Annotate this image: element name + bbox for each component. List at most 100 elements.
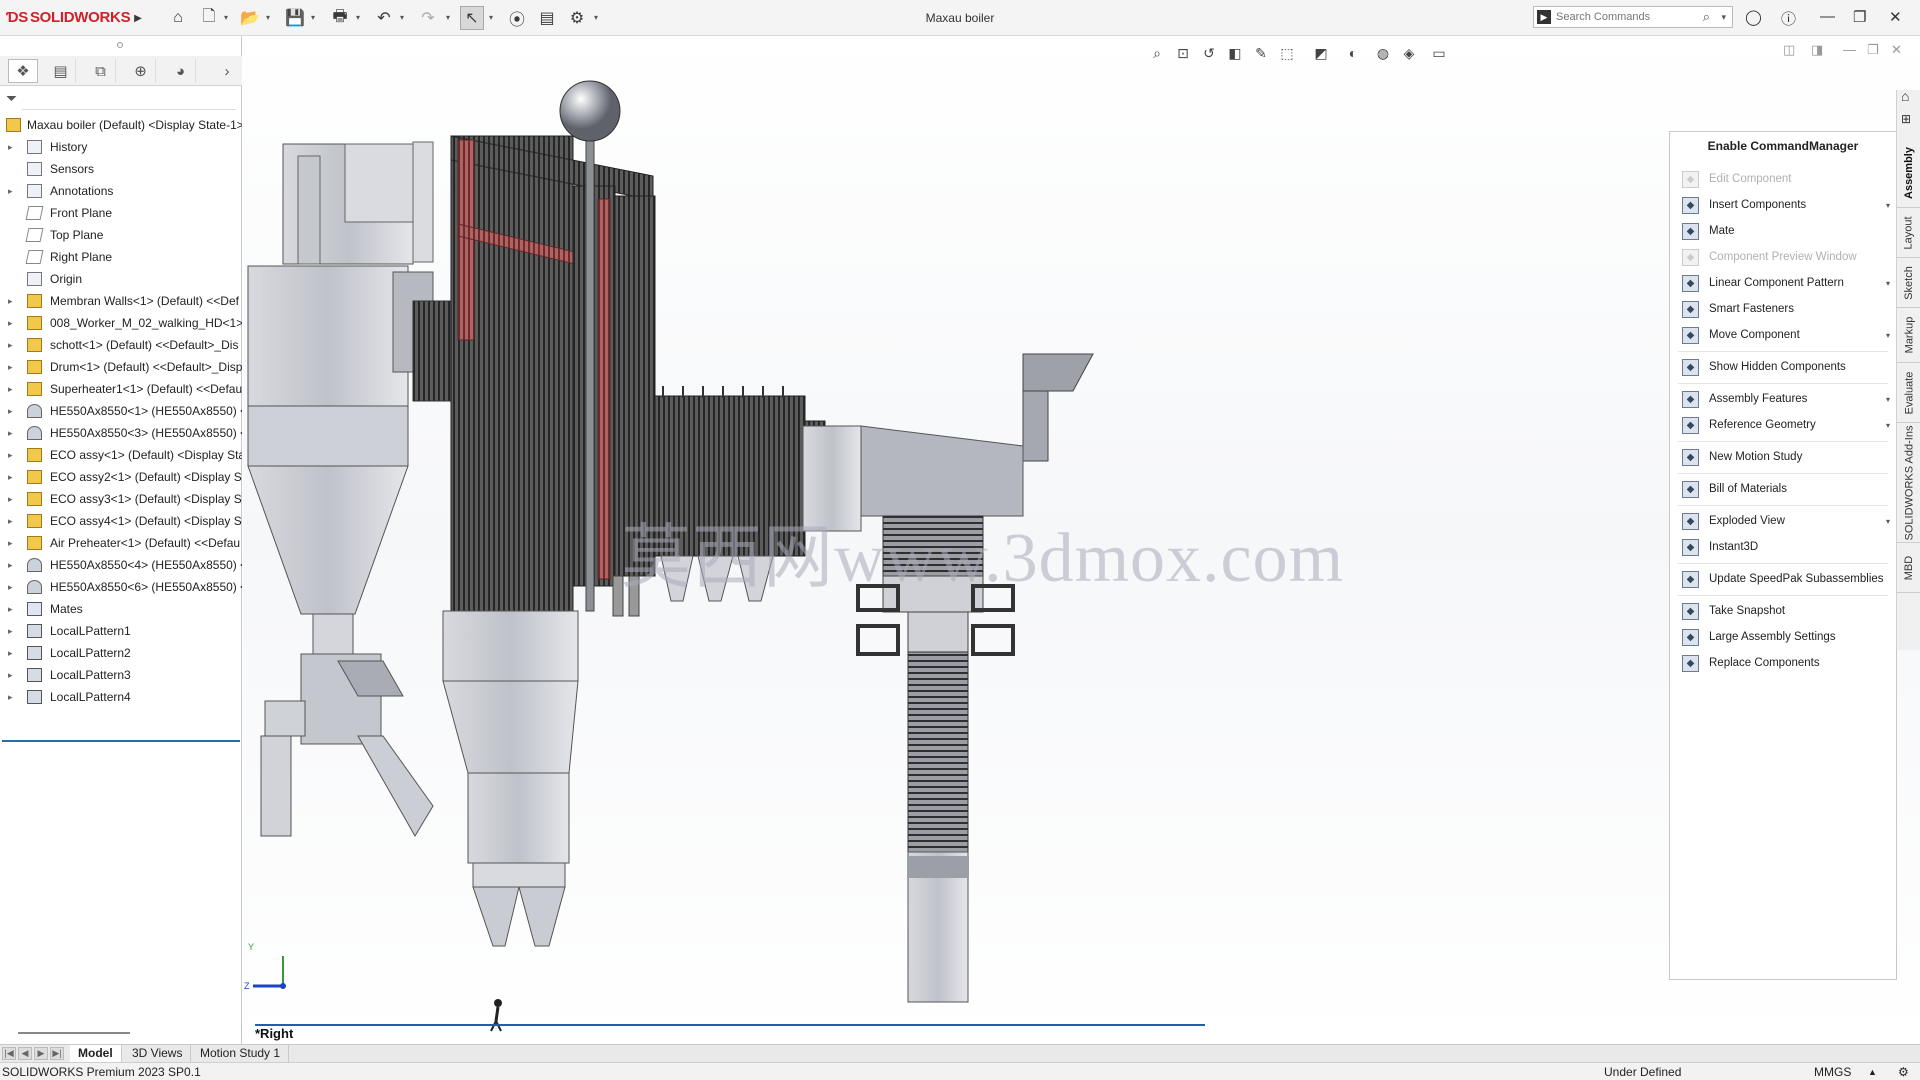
- tree-item[interactable]: ▸ ECO assy<1> (Default) <Display Stat: [0, 444, 242, 466]
- side-tab-sketch[interactable]: Sketch: [1897, 258, 1920, 308]
- expand-arrow-icon[interactable]: ▸: [8, 290, 13, 312]
- search-dropdown-icon[interactable]: ▾: [1721, 12, 1726, 23]
- panel-grip-icon[interactable]: [117, 42, 123, 48]
- expand-arrow-icon[interactable]: ▸: [8, 400, 13, 422]
- command-dropdown-icon[interactable]: ▾: [1886, 331, 1890, 340]
- tree-item[interactable]: Front Plane: [0, 202, 242, 224]
- redo-icon[interactable]: ↷: [416, 6, 440, 30]
- expand-arrow-icon[interactable]: ▸: [8, 554, 13, 576]
- user-account-icon[interactable]: ◯: [1745, 8, 1762, 26]
- side-tab-solidworks-add-ins[interactable]: SOLIDWORKS Add-Ins: [1897, 423, 1920, 543]
- tree-item[interactable]: ▸ Drum<1> (Default) <<Default>_Disp: [0, 356, 242, 378]
- select-cursor-icon[interactable]: ↖: [460, 6, 484, 30]
- tree-item[interactable]: ▸ LocalLPattern1: [0, 620, 242, 642]
- save-dropdown-icon[interactable]: ▾: [311, 13, 319, 22]
- command-dropdown-icon[interactable]: ▾: [1886, 517, 1890, 526]
- command-motion-study[interactable]: ◆ New Motion Study: [1670, 446, 1896, 468]
- restore-icon[interactable]: ❐: [1853, 8, 1866, 26]
- tree-item[interactable]: ▸ schott<1> (Default) <<Default>_Dis: [0, 334, 242, 356]
- command-bom[interactable]: ◆ Bill of Materials: [1670, 478, 1896, 500]
- tree-item[interactable]: ▸ LocalLPattern4: [0, 686, 242, 708]
- search-commands-input[interactable]: ▶ Search Commands ⌕ ▾: [1533, 6, 1733, 28]
- home-icon[interactable]: ⌂: [166, 6, 190, 30]
- side-tab-assembly[interactable]: Assembly: [1897, 138, 1920, 208]
- command-replace-components[interactable]: ◆ Replace Components: [1670, 652, 1896, 674]
- configuration-manager-tab-icon[interactable]: ⧉: [86, 59, 116, 83]
- print-dropdown-icon[interactable]: ▾: [356, 13, 364, 22]
- tree-item[interactable]: ▸ History: [0, 136, 242, 158]
- pin-icon[interactable]: ⊞: [1901, 112, 1911, 126]
- customize-status-icon[interactable]: ⚙: [1898, 1065, 1909, 1079]
- tree-item[interactable]: ▸ 008_Worker_M_02_walking_HD<1> (: [0, 312, 242, 334]
- tree-item[interactable]: ▸ Membran Walls<1> (Default) <<Def: [0, 290, 242, 312]
- bottom-tab-model[interactable]: Model: [70, 1045, 122, 1063]
- command-snapshot[interactable]: ◆ Take Snapshot: [1670, 600, 1896, 622]
- new-document-icon[interactable]: 🗋: [197, 6, 221, 30]
- traffic-light-icon[interactable]: ⦿: [505, 6, 529, 30]
- tree-item[interactable]: ▸ LocalLPattern3: [0, 664, 242, 686]
- feature-manager-tab-icon[interactable]: ❖: [8, 59, 38, 83]
- expand-arrow-icon[interactable]: ▸: [8, 576, 13, 598]
- command-speedpak[interactable]: ◆ Update SpeedPak Subassemblies: [1670, 568, 1896, 590]
- last-tab-arrow-icon[interactable]: ▶|: [50, 1047, 64, 1060]
- command-move-component[interactable]: ◆ Move Component ▾: [1670, 324, 1896, 346]
- expand-arrow-icon[interactable]: ▸: [8, 356, 13, 378]
- rollback-bar[interactable]: [2, 740, 240, 742]
- command-mate[interactable]: ◆ Mate: [1670, 220, 1896, 242]
- print-icon[interactable]: 🖶: [328, 6, 352, 30]
- command-large-assembly[interactable]: ◆ Large Assembly Settings: [1670, 626, 1896, 648]
- options-dropdown-icon[interactable]: ▾: [594, 13, 602, 22]
- expand-arrow-icon[interactable]: ▸: [8, 510, 13, 532]
- tree-item[interactable]: Sensors: [0, 158, 242, 180]
- tree-item[interactable]: Right Plane: [0, 246, 242, 268]
- filter-icon[interactable]: ⏷: [6, 90, 17, 107]
- expand-arrow-icon[interactable]: ▸: [8, 444, 13, 466]
- command-dropdown-icon[interactable]: ▾: [1886, 201, 1890, 210]
- tree-item[interactable]: ▸ Air Preheater<1> (Default) <<Defau: [0, 532, 242, 554]
- tree-item[interactable]: ▸ Mates: [0, 598, 242, 620]
- close-icon[interactable]: ✕: [1889, 8, 1902, 26]
- open-folder-icon[interactable]: 📂: [238, 6, 262, 30]
- open-dropdown-icon[interactable]: ▾: [266, 13, 274, 22]
- save-icon[interactable]: 💾: [283, 6, 307, 30]
- expand-arrow-icon[interactable]: ▸: [8, 466, 13, 488]
- expand-arrow-icon[interactable]: ▸: [8, 334, 13, 356]
- expand-arrow-icon[interactable]: ▸: [8, 422, 13, 444]
- tree-item[interactable]: ▸ HE550Ax8550<1> (HE550Ax8550) <D: [0, 400, 242, 422]
- tree-item[interactable]: ▸ HE550Ax8550<3> (HE550Ax8550) <D: [0, 422, 242, 444]
- expand-arrow-icon[interactable]: ▸: [8, 312, 13, 334]
- file-properties-icon[interactable]: ▤: [535, 6, 559, 30]
- units-dropdown-icon[interactable]: ▲: [1868, 1067, 1877, 1077]
- command-linear-pattern[interactable]: ◆ Linear Component Pattern ▾: [1670, 272, 1896, 294]
- command-instant3d[interactable]: ◆ Instant3D: [1670, 536, 1896, 558]
- home-tab-icon[interactable]: ⌂: [1901, 88, 1909, 104]
- undo-dropdown-icon[interactable]: ▾: [400, 13, 408, 22]
- expand-arrow-icon[interactable]: ▸: [8, 664, 13, 686]
- expand-arrow-icon[interactable]: ▸: [8, 488, 13, 510]
- expand-arrow-icon[interactable]: ▸: [8, 620, 13, 642]
- property-manager-tab-icon[interactable]: ▤: [46, 59, 76, 83]
- unit-system-selector[interactable]: MMGS: [1814, 1065, 1851, 1079]
- expand-arrow-icon[interactable]: ▸: [8, 598, 13, 620]
- prev-tab-arrow-icon[interactable]: ◀: [18, 1047, 32, 1060]
- tree-root-item[interactable]: Maxau boiler (Default) <Display State-1>: [0, 114, 242, 136]
- dimxpert-tab-icon[interactable]: ⊕: [126, 59, 156, 83]
- command-dropdown-icon[interactable]: ▾: [1886, 279, 1890, 288]
- more-tabs-icon[interactable]: ›: [212, 59, 242, 83]
- bottom-tab-motion-study-1[interactable]: Motion Study 1: [192, 1045, 290, 1063]
- tree-item[interactable]: ▸ ECO assy3<1> (Default) <Display Sta: [0, 488, 242, 510]
- filter-field[interactable]: [22, 92, 236, 110]
- tree-item[interactable]: ▸ Annotations: [0, 180, 242, 202]
- tree-item[interactable]: ▸ ECO assy2<1> (Default) <Display Sta: [0, 466, 242, 488]
- side-tab-mbd[interactable]: MBD: [1897, 543, 1920, 593]
- command-reference-geometry[interactable]: ◆ Reference Geometry ▾: [1670, 414, 1896, 436]
- command-show-hidden[interactable]: ◆ Show Hidden Components: [1670, 356, 1896, 378]
- expand-arrow-icon[interactable]: ▸: [8, 686, 13, 708]
- command-dropdown-icon[interactable]: ▾: [1886, 421, 1890, 430]
- command-assembly-features[interactable]: ◆ Assembly Features ▾: [1670, 388, 1896, 410]
- display-manager-tab-icon[interactable]: ◕: [166, 59, 196, 83]
- select-dropdown-icon[interactable]: ▾: [489, 13, 497, 22]
- expand-arrow-icon[interactable]: ▸: [8, 378, 13, 400]
- undo-icon[interactable]: ↶: [372, 6, 396, 30]
- options-gear-icon[interactable]: ⚙: [565, 6, 589, 30]
